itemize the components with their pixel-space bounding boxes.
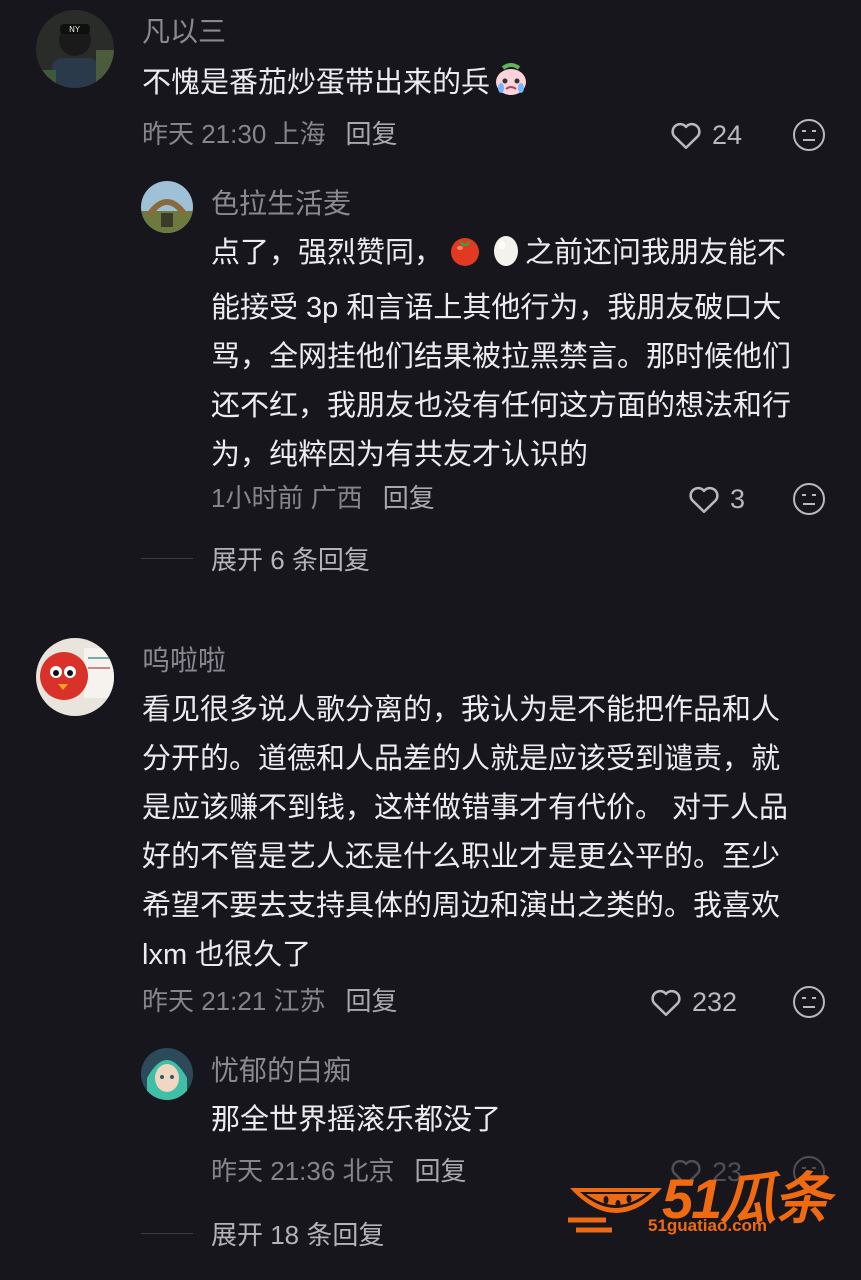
comment-time: 昨天 21:21 江苏 [142, 986, 326, 1016]
like-button[interactable]: 232 [648, 982, 737, 1022]
comment-text-line: 希望不要去支持具体的周边和演出之类的。我喜欢 [142, 890, 781, 922]
egg-emoji-icon [489, 232, 523, 284]
heart-icon [671, 122, 701, 150]
dislike-button[interactable] [792, 482, 826, 516]
like-button[interactable]: 3 [686, 479, 745, 519]
reply-time: 昨天 21:36 北京 [211, 1156, 395, 1186]
comment-text-line: 好的不管是艺人还是什么职业才是更公平的。至少 [142, 841, 781, 873]
dislike-button[interactable] [792, 985, 826, 1019]
reply-button[interactable]: 回复 [346, 986, 398, 1016]
reply-button[interactable]: 回复 [346, 119, 398, 149]
reply-text: 那全世界摇滚乐都没了 [211, 1104, 502, 1136]
heart-icon [651, 989, 681, 1017]
reply-text-line-tail: 之前还问我朋友能不 [525, 237, 787, 269]
like-count: 3 [730, 483, 746, 514]
reply-text-line: 骂，全网挂他们结果被拉黑禁言。那时候他们 [211, 341, 792, 373]
watermark-url: 51guatiao.com [648, 1216, 768, 1235]
avatar[interactable] [141, 181, 193, 233]
like-button[interactable]: 24 [668, 115, 742, 155]
reply-text: 点了，强烈赞同， 之前还问我朋友能不 能接受 3p 和言语上其他行为，我朋友破口… [211, 229, 831, 480]
watermark-logo: 51瓜条 51guatiao.com [566, 1152, 836, 1244]
divider [141, 558, 193, 559]
expand-replies-label: 展开 6 条回复 [211, 545, 370, 575]
avatar[interactable] [141, 1048, 193, 1100]
heart-icon [689, 486, 719, 514]
reply-text-line: 为，纯粹因为有共友才认识的 [211, 439, 589, 471]
neutral-face-icon [793, 986, 825, 1018]
comment-text-line: 分开的。道德和人品差的人就是应该受到谴责，就 [142, 743, 781, 775]
reply-meta: 1小时前 广西 回复 [211, 481, 435, 515]
comment-meta: 昨天 21:30 上海 回复 [142, 117, 398, 151]
comment-text: 不愧是番茄炒蛋带出来的兵 [142, 59, 532, 114]
reply-text-line: 点了，强烈赞同， [211, 237, 444, 269]
tomato-emoji-icon [445, 232, 485, 284]
reply-button[interactable]: 回复 [383, 483, 435, 513]
like-count: 232 [692, 986, 738, 1017]
reply-text-line: 还不红，我朋友也没有任何这方面的想法和行 [211, 390, 792, 422]
comment-list: NY 凡以三 不愧是番茄炒蛋带出来的兵 昨天 21:30 上海 回复 24 色拉… [0, 0, 861, 1280]
comment-text-line: 看见很多说人歌分离的，我认为是不能把作品和人 [142, 694, 781, 726]
reply-button[interactable]: 回复 [415, 1156, 467, 1186]
reply-time: 1小时前 广西 [211, 483, 363, 513]
neutral-face-icon [793, 483, 825, 515]
comment-text: 看见很多说人歌分离的，我认为是不能把作品和人 分开的。道德和人品差的人就是应该受… [142, 686, 832, 980]
svg-text:NY: NY [69, 25, 80, 34]
dislike-button[interactable] [792, 118, 826, 152]
comment-text-body: 不愧是番茄炒蛋带出来的兵 [142, 67, 491, 99]
like-count: 24 [712, 119, 743, 150]
expand-replies-button[interactable]: 展开 18 条回复 [141, 1215, 384, 1252]
avatar[interactable]: NY [36, 10, 114, 88]
comment-text-line: 是应该赚不到钱，这样做错事才有代价。 对于人品 [142, 792, 789, 824]
neutral-face-icon [793, 119, 825, 151]
comment-time: 昨天 21:30 上海 [142, 119, 326, 149]
username[interactable]: 呜啦啦 [142, 643, 226, 679]
divider [141, 1233, 193, 1234]
reply-meta: 昨天 21:36 北京 回复 [211, 1154, 467, 1188]
avatar[interactable] [36, 638, 114, 716]
username[interactable]: 凡以三 [142, 14, 226, 50]
username[interactable]: 忧郁的白痴 [211, 1053, 351, 1089]
username[interactable]: 色拉生活麦 [211, 186, 351, 222]
expand-replies-label: 展开 18 条回复 [211, 1220, 385, 1250]
comment-text-line: lxm 也很久了 [142, 939, 312, 971]
comment-meta: 昨天 21:21 江苏 回复 [142, 984, 398, 1018]
crying-face-emoji-icon [492, 62, 530, 114]
reply-text-line: 能接受 3p 和言语上其他行为，我朋友破口大 [211, 292, 782, 324]
expand-replies-button[interactable]: 展开 6 条回复 [141, 540, 370, 577]
